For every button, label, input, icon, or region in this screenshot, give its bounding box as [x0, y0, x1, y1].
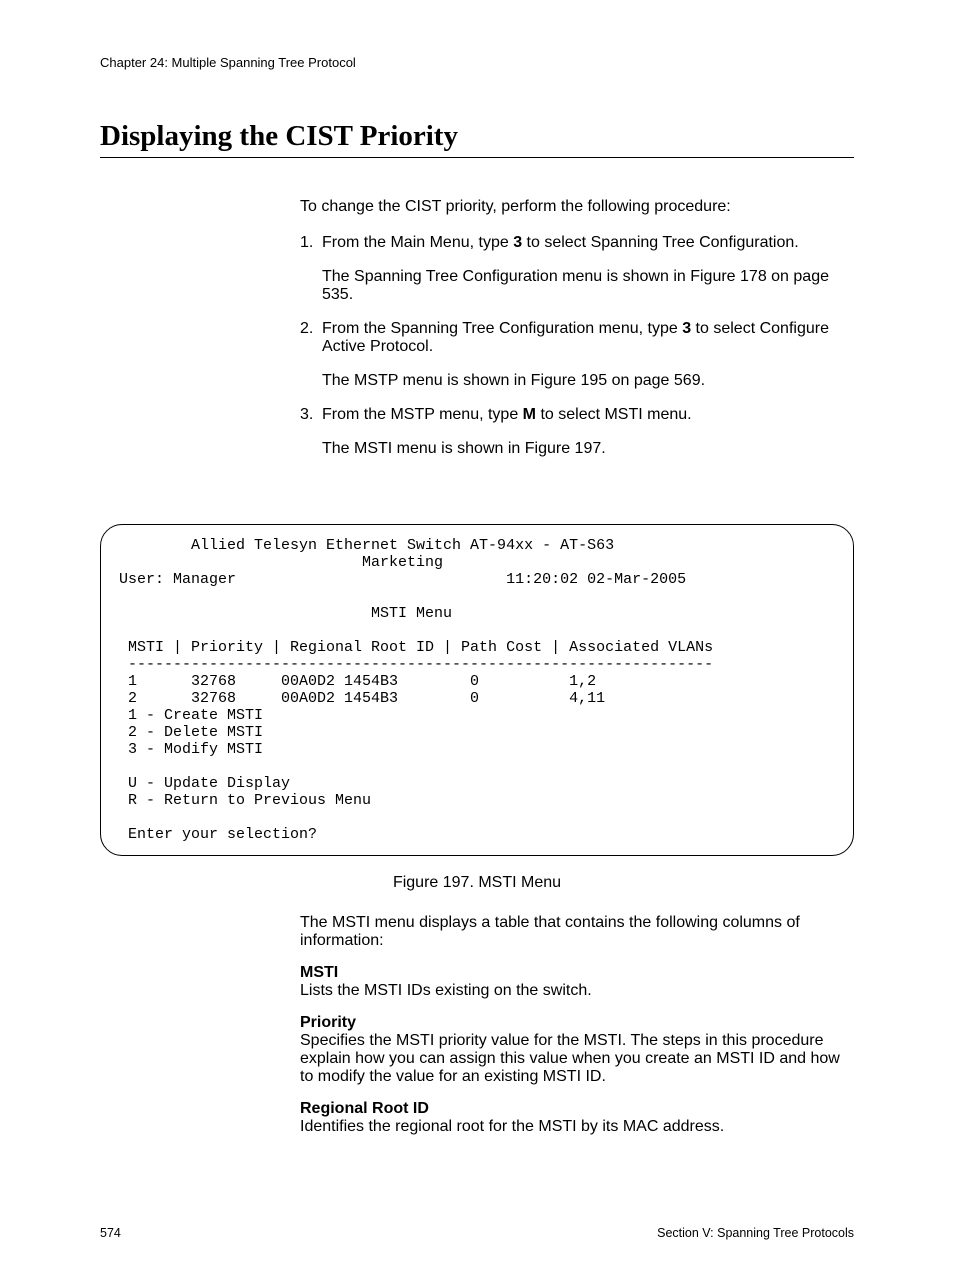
post-terminal: Figure 197. MSTI Menu The MSTI menu disp… [0, 874, 954, 1186]
term-row-1: 1 32768 00A0D2 1454B3 0 1,2 [119, 673, 596, 690]
def-body-msti: Lists the MSTI IDs existing on the switc… [300, 982, 854, 1000]
term-prompt: Enter your selection? [119, 826, 317, 843]
term-title: Allied Telesyn Ethernet Switch AT-94xx -… [119, 537, 614, 554]
step-pre: From the MSTP menu, type [322, 406, 523, 423]
def-body-root-id: Identifies the regional root for the MST… [300, 1118, 854, 1136]
step-body: From the MSTP menu, type M to select MST… [322, 406, 854, 424]
chapter-header: Chapter 24: Multiple Spanning Tree Proto… [100, 55, 854, 70]
def-body-priority: Specifies the MSTI priority value for th… [300, 1032, 854, 1086]
term-opt-r: R - Return to Previous Menu [119, 792, 371, 809]
step-number: 1. [300, 234, 322, 252]
step-sub-1: The Spanning Tree Configuration menu is … [322, 268, 854, 304]
term-table-header: MSTI | Priority | Regional Root ID | Pat… [119, 639, 713, 656]
section-label: Section V: Spanning Tree Protocols [657, 1226, 854, 1240]
term-opt-u: U - Update Display [119, 775, 290, 792]
term-subtitle: Marketing [119, 554, 443, 571]
figure-caption: Figure 197. MSTI Menu [100, 874, 854, 892]
section-title: Displaying the CIST Priority [100, 120, 854, 158]
step-number: 3. [300, 406, 322, 424]
step-bold: M [523, 406, 536, 423]
page: Chapter 24: Multiple Spanning Tree Proto… [0, 0, 954, 514]
step-sub-3: The MSTI menu is shown in Figure 197. [322, 440, 854, 458]
step-pre: From the Main Menu, type [322, 234, 513, 251]
term-opt-2: 2 - Delete MSTI [119, 724, 263, 741]
step-pre: From the Spanning Tree Configuration men… [322, 320, 682, 337]
step-bold: 3 [513, 234, 522, 251]
term-menu-line: MSTI Menu [119, 605, 452, 622]
step-post: to select MSTI menu. [536, 406, 692, 423]
step-1: 1. From the Main Menu, type 3 to select … [300, 234, 854, 252]
term-opt-3: 3 - Modify MSTI [119, 741, 263, 758]
step-bold: 3 [682, 320, 691, 337]
intro-block: To change the CIST priority, perform the… [300, 198, 854, 458]
step-body: From the Spanning Tree Configuration men… [322, 320, 854, 356]
page-number: 574 [100, 1226, 121, 1240]
step-body: From the Main Menu, type 3 to select Spa… [322, 234, 854, 252]
intro-text: To change the CIST priority, perform the… [300, 198, 854, 216]
step-2: 2. From the Spanning Tree Configuration … [300, 320, 854, 356]
term-user-line: User: Manager 11:20:02 02-Mar-2005 [119, 571, 686, 588]
def-title-msti: MSTI [300, 964, 854, 982]
step-number: 2. [300, 320, 322, 356]
post-figure-text: The MSTI menu displays a table that cont… [300, 914, 854, 950]
step-3: 3. From the MSTP menu, type M to select … [300, 406, 854, 424]
term-table-sep: ----------------------------------------… [119, 656, 713, 673]
step-sub-2: The MSTP menu is shown in Figure 195 on … [322, 372, 854, 390]
def-title-root-id: Regional Root ID [300, 1100, 854, 1118]
term-row-2: 2 32768 00A0D2 1454B3 0 4,11 [119, 690, 605, 707]
step-post: to select Spanning Tree Configuration. [522, 234, 799, 251]
terminal-box: Allied Telesyn Ethernet Switch AT-94xx -… [100, 524, 854, 856]
definitions-block: The MSTI menu displays a table that cont… [300, 914, 854, 1136]
term-opt-1: 1 - Create MSTI [119, 707, 263, 724]
page-footer: 574 Section V: Spanning Tree Protocols [0, 1226, 954, 1270]
def-title-priority: Priority [300, 1014, 854, 1032]
